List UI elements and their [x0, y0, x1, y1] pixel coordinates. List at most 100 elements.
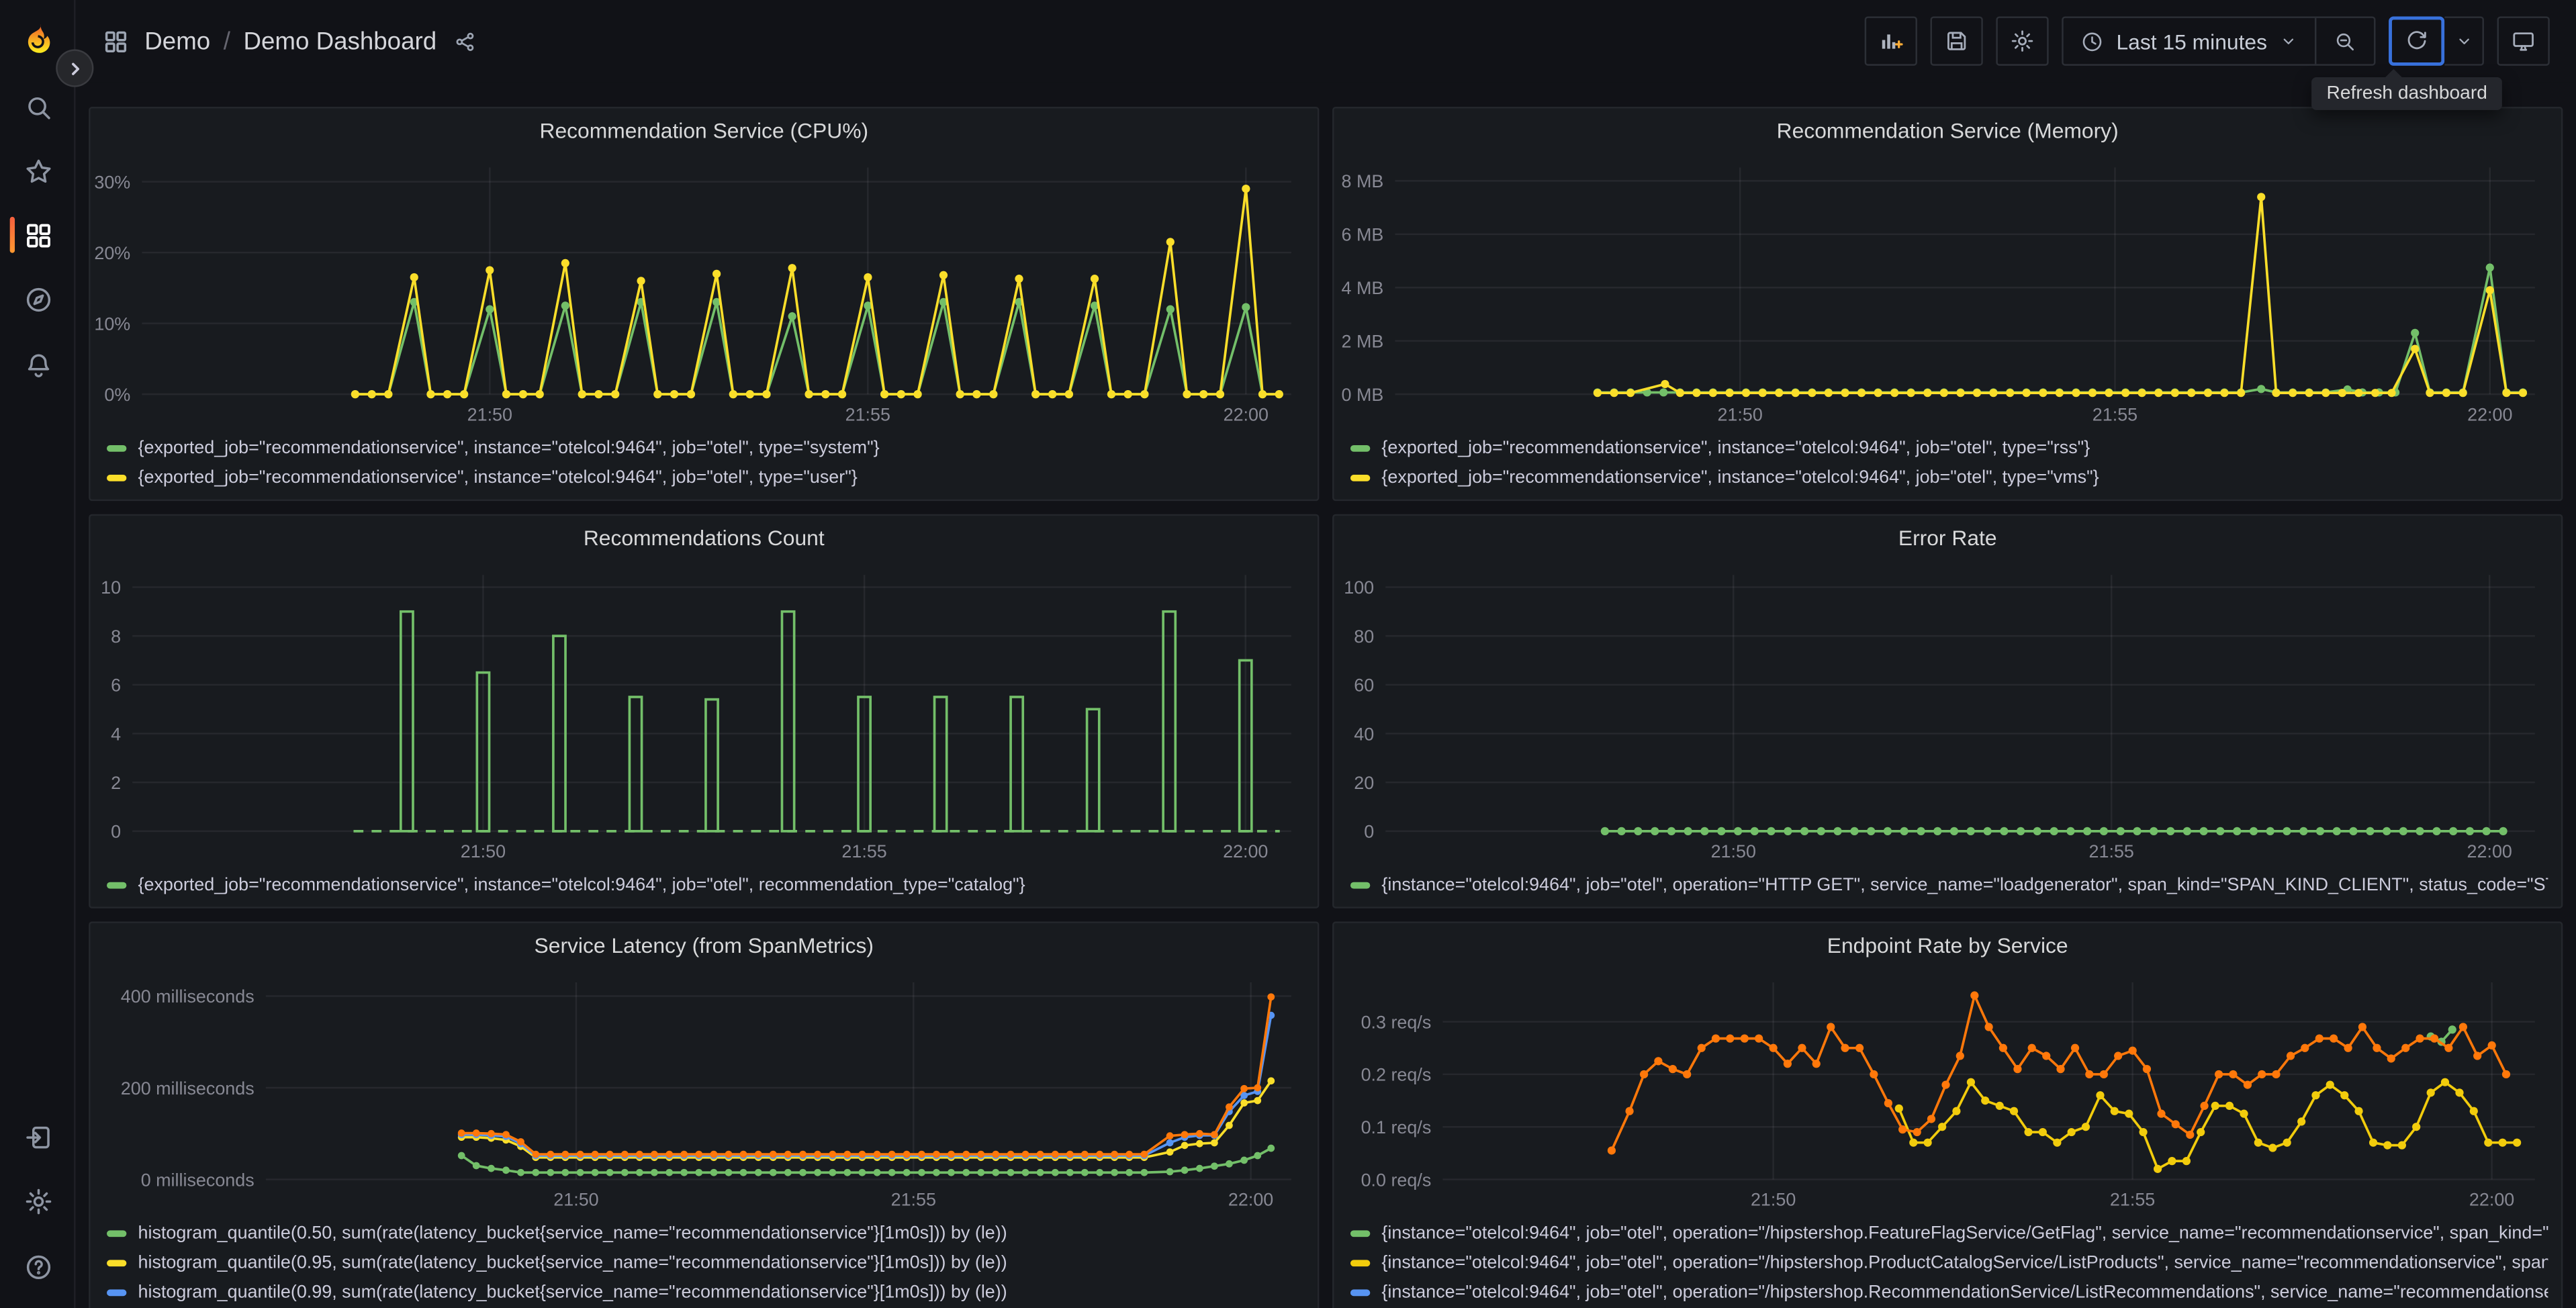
svg-text:22:00: 22:00: [2467, 841, 2512, 861]
chart-svg: 0 milliseconds 200 milliseconds 400 millis…: [121, 982, 1291, 1210]
panel-chart: 0 MB 2 MB 4 MB 6 MB 8 MB 21:50 21:55 22:00: [1334, 154, 2561, 430]
dashboard-settings-button[interactable]: [1996, 16, 2050, 66]
svg-text:22:00: 22:00: [1224, 404, 1269, 424]
sign-in-icon[interactable]: [0, 1105, 76, 1168]
explore-compass-icon[interactable]: [0, 268, 76, 330]
breadcrumb-separator: /: [223, 27, 230, 55]
series-ListProducts: [1894, 1078, 2522, 1173]
svg-text:30%: 30%: [94, 172, 130, 192]
save-icon: [1947, 32, 1966, 50]
svg-text:0: 0: [111, 822, 121, 842]
svg-text:0.2 req/s: 0.2 req/s: [1361, 1065, 1432, 1085]
panel-endpoint-rate: Endpoint Rate by Service 0.0 req/s 0.1 req…: [1332, 921, 2563, 1308]
chart-svg: 0% 10% 20% 30% 21:50 21:55 22:00: [94, 167, 1291, 424]
help-icon[interactable]: [0, 1235, 76, 1298]
panel-title[interactable]: Error Rate: [1334, 516, 2561, 561]
svg-text:0%: 0%: [104, 385, 130, 405]
series-type=system: [351, 297, 1283, 399]
svg-text:2 MB: 2 MB: [1342, 331, 1384, 351]
legend-item[interactable]: {instance="otelcol:9464", job="otel", op…: [1350, 1219, 2548, 1248]
panel-title[interactable]: Endpoint Rate by Service: [1334, 923, 2561, 969]
expand-sidebar-button[interactable]: [56, 49, 94, 87]
active-indicator: [9, 216, 15, 253]
panel-legend: histogram_quantile(0.50, sum(rate(latenc…: [91, 1215, 1318, 1308]
settings-gear-icon[interactable]: [0, 1170, 76, 1232]
legend-swatch: [1350, 475, 1371, 481]
legend-swatch: [107, 1230, 127, 1237]
save-dashboard-button[interactable]: [1931, 16, 1984, 66]
legend-item[interactable]: {exported_job="recommendationservice", i…: [1350, 434, 2548, 463]
chevron-down-icon: [2458, 38, 2469, 44]
breadcrumb-page[interactable]: Demo Dashboard: [244, 27, 437, 55]
panel-title[interactable]: Recommendations Count: [91, 516, 1318, 561]
svg-text:21:55: 21:55: [2092, 404, 2137, 424]
legend-item[interactable]: histogram_quantile(0.99, sum(rate(latenc…: [107, 1278, 1304, 1307]
legend-item[interactable]: {exported_job="recommendationservice", i…: [107, 434, 1304, 463]
refresh-tooltip: Refresh dashboard: [2311, 68, 2502, 110]
refresh-interval-caret-button[interactable]: [2444, 16, 2484, 66]
time-range-label: Last 15 minutes: [2116, 28, 2268, 54]
legend-item[interactable]: {exported_job="recommendationservice", i…: [1350, 463, 2548, 493]
svg-text:21:55: 21:55: [841, 841, 886, 861]
alerting-bell-icon[interactable]: [0, 334, 76, 396]
time-range-picker[interactable]: Last 15 minutes: [2064, 18, 2315, 64]
legend-label: {exported_job="recommendationservice", i…: [1381, 438, 2090, 459]
legend-item[interactable]: {exported_job="recommendationservice", i…: [107, 871, 1304, 900]
cycle-view-mode-button[interactable]: [2497, 16, 2550, 66]
legend-item[interactable]: {instance="otelcol:9464", job="otel", op…: [1350, 1248, 2548, 1278]
chart-svg: 0.0 req/s 0.1 req/s 0.2 req/s 0.3 req/s 21:5…: [1361, 982, 2535, 1210]
legend-label: histogram_quantile(0.50, sum(rate(latenc…: [138, 1223, 1007, 1244]
legend-swatch: [107, 445, 127, 452]
svg-text:8: 8: [111, 626, 121, 647]
legend-swatch: [107, 882, 127, 889]
legend-item[interactable]: histogram_quantile(0.50, sum(rate(latenc…: [107, 1219, 1304, 1248]
zoom-out-time-range-button[interactable]: [2314, 17, 2374, 64]
grafana-app: Demo / Demo Dashboard Last 15 minutes Re…: [0, 0, 2576, 1308]
legend-label: {instance="otelcol:9464", job="otel", op…: [1381, 1223, 2548, 1244]
legend-label: {instance="otelcol:9464", job="otel", op…: [1381, 875, 2548, 896]
series-p99: [457, 1011, 1275, 1160]
panel-title[interactable]: Recommendation Service (Memory): [1334, 108, 2561, 154]
svg-text:40: 40: [1354, 724, 1374, 744]
chart-svg: 0 20 40 60 80 100 21:50 21:55 22:00: [1344, 575, 2535, 861]
svg-text:10: 10: [101, 577, 121, 598]
svg-text:0.1 req/s: 0.1 req/s: [1361, 1117, 1432, 1137]
svg-text:8 MB: 8 MB: [1342, 171, 1384, 191]
legend-item[interactable]: {instance="otelcol:9464", job="otel", op…: [1350, 1278, 2548, 1307]
panel-legend: {exported_job="recommendationservice", i…: [91, 430, 1318, 493]
legend-item[interactable]: {instance="otelcol:9464", job="otel", op…: [1350, 871, 2548, 900]
legend-item[interactable]: histogram_quantile(0.95, sum(rate(latenc…: [107, 1248, 1304, 1278]
svg-text:21:50: 21:50: [553, 1190, 598, 1210]
svg-text:0 milliseconds: 0 milliseconds: [141, 1170, 255, 1190]
svg-text:2: 2: [111, 773, 121, 793]
chart-svg: 0 MB 2 MB 4 MB 6 MB 8 MB 21:50 21:55 22:00: [1342, 167, 2535, 424]
legend-swatch: [1350, 882, 1371, 889]
breadcrumb-section[interactable]: Demo: [144, 27, 210, 55]
svg-text:21:55: 21:55: [2089, 841, 2134, 861]
panel-chart: 0 20 40 60 80 100 21:50 21:55 22:00: [1334, 562, 2561, 868]
legend-swatch: [107, 1260, 127, 1267]
panel-legend: {instance="otelcol:9464", job="otel", op…: [1334, 868, 2561, 900]
svg-text:6 MB: 6 MB: [1342, 225, 1384, 245]
share-icon[interactable]: [453, 29, 478, 54]
add-panel-button[interactable]: [1865, 16, 1918, 66]
svg-text:21:55: 21:55: [845, 404, 890, 424]
legend-label: {exported_job="recommendationservice", i…: [138, 468, 858, 488]
panel-chart: 0.0 req/s 0.1 req/s 0.2 req/s 0.3 req/s 21:5…: [1334, 969, 2561, 1215]
chevron-down-icon: [2283, 38, 2294, 44]
search-icon[interactable]: [0, 76, 76, 138]
series-catalog: [399, 610, 1253, 833]
legend-item[interactable]: {exported_job="recommendationservice", i…: [107, 463, 1304, 493]
panel-title[interactable]: Recommendation Service (CPU%): [91, 108, 1318, 154]
sidebar-item-dashboards[interactable]: [0, 203, 76, 266]
panel-error-rate: Error Rate 0 20 40 60 80 100 21:50 21:55 22:00 {in…: [1332, 514, 2563, 908]
panel-title[interactable]: Service Latency (from SpanMetrics): [91, 923, 1318, 969]
refresh-dashboard-button[interactable]: [2389, 16, 2445, 66]
panel-service-latency: Service Latency (from SpanMetrics) 0 mill…: [89, 921, 1320, 1308]
svg-text:21:55: 21:55: [891, 1190, 936, 1210]
grafana-logo[interactable]: [19, 21, 57, 59]
svg-text:21:50: 21:50: [467, 404, 512, 424]
panel-memory: Recommendation Service (Memory) 0 MB 2 MB 4…: [1332, 107, 2563, 502]
starred-icon[interactable]: [0, 140, 76, 202]
panel-legend: {exported_job="recommendationservice", i…: [91, 868, 1318, 900]
